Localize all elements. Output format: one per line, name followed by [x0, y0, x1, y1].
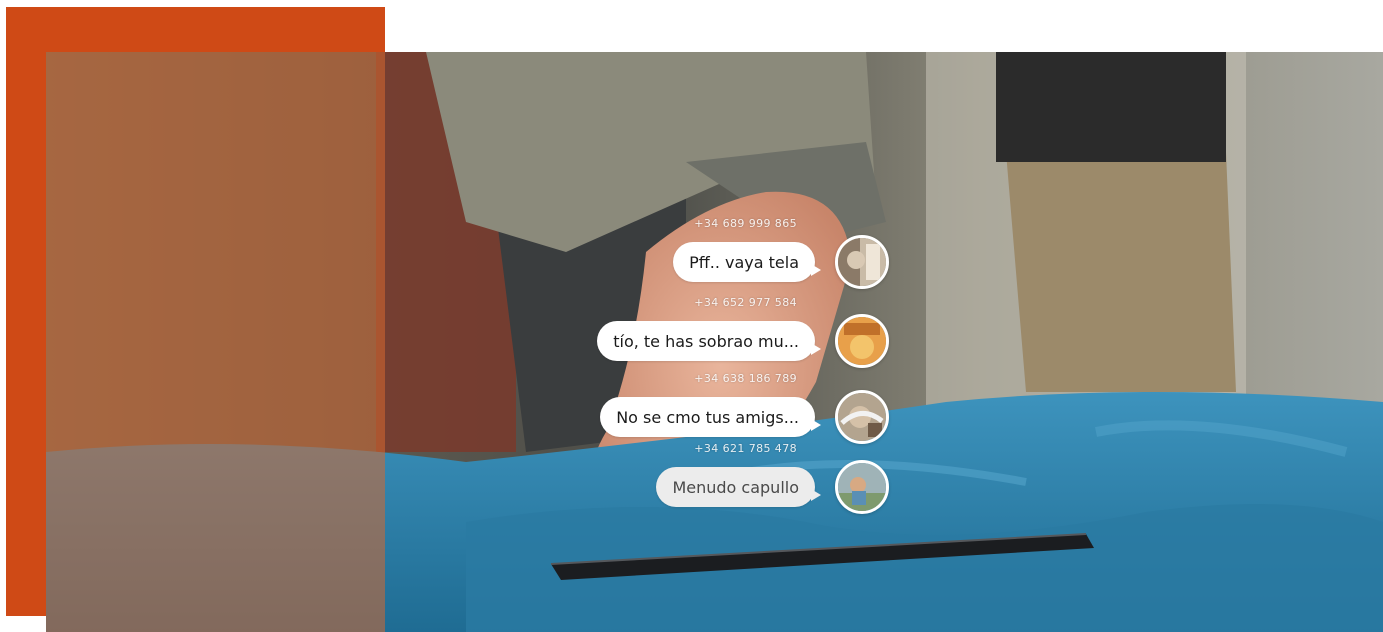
avatar-photo-3-icon — [838, 393, 886, 441]
message-bubble[interactable]: Pff.. vaya tela — [673, 242, 821, 282]
avatar[interactable] — [835, 314, 889, 368]
message-phone-number: +34 689 999 865 — [694, 217, 797, 230]
chat-message: +34 638 186 789 No se cmo tus amigs... — [600, 372, 889, 444]
chat-message: +34 689 999 865 Pff.. vaya tela — [673, 217, 889, 289]
orange-overlay — [46, 52, 385, 632]
avatar-photo-2-icon — [838, 317, 886, 365]
message-bubble[interactable]: No se cmo tus amigs... — [600, 397, 821, 437]
avatar[interactable] — [835, 460, 889, 514]
chat-message: +34 652 977 584 tío, te has sobrao mu... — [597, 296, 889, 368]
message-bubble[interactable]: tío, te has sobrao mu... — [597, 321, 821, 361]
message-phone-number: +34 621 785 478 — [694, 442, 797, 455]
hero-scene: +34 689 999 865 Pff.. vaya tela +34 652 … — [0, 0, 1383, 632]
message-phone-number: +34 638 186 789 — [694, 372, 797, 385]
message-bubble[interactable]: Menudo capullo — [656, 467, 821, 507]
chat-message: +34 621 785 478 Menudo capullo — [656, 442, 889, 514]
avatar-photo-4-icon — [838, 463, 886, 511]
avatar[interactable] — [835, 235, 889, 289]
avatar-photo-1-icon — [838, 238, 886, 286]
avatar[interactable] — [835, 390, 889, 444]
message-phone-number: +34 652 977 584 — [694, 296, 797, 309]
